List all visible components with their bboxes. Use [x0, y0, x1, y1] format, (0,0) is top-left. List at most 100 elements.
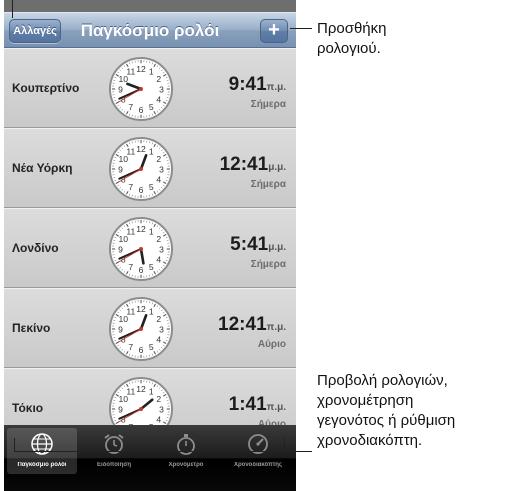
svg-text:2: 2 [156, 394, 161, 404]
svg-text:2: 2 [156, 234, 161, 244]
tab-label: Χρονόμετρο [168, 462, 204, 468]
svg-text:12: 12 [136, 304, 146, 314]
svg-text:9: 9 [118, 244, 123, 254]
city-name: Νέα Υόρκη [12, 161, 73, 175]
svg-text:6: 6 [139, 345, 144, 355]
clock-row[interactable]: Νέα Υόρκη12345678910111212:41μ.μ.Σήμερα [4, 128, 296, 208]
svg-text:9: 9 [118, 84, 123, 94]
time-value: 12:41 [219, 154, 269, 175]
svg-text:11: 11 [126, 227, 135, 237]
time-display: 12:41π.μ. [218, 314, 286, 336]
svg-text:12: 12 [136, 144, 146, 154]
svg-text:4: 4 [156, 335, 161, 345]
svg-text:6: 6 [139, 185, 144, 195]
day-label: Σήμερα [250, 99, 286, 110]
callout-bracket-right [284, 438, 285, 452]
alarm-clock-icon [104, 434, 124, 454]
svg-text:2: 2 [156, 154, 161, 164]
svg-text:3: 3 [159, 84, 164, 94]
time-value: 12:41 [218, 314, 267, 335]
tab-bar: Παγκόσμιο ρολόι Ειδοποίηση Χρονόμετρο Χρονο… [4, 425, 296, 491]
callout-line-edit [12, 0, 13, 18]
callout-line-views [14, 451, 312, 452]
city-name: Πεκίνο [12, 321, 51, 335]
svg-text:12: 12 [136, 224, 146, 234]
stopwatch-icon [177, 434, 195, 455]
callout-views: Προβολή ρολογιών, χρονομέτρηση γεγονότος… [317, 371, 455, 451]
svg-text:12: 12 [136, 64, 146, 74]
timer-icon [248, 434, 268, 454]
callout-add: Προσθήκη ρολογιού. [317, 19, 387, 59]
svg-text:11: 11 [126, 147, 135, 157]
svg-text:7: 7 [128, 342, 133, 352]
svg-text:4: 4 [156, 175, 161, 185]
svg-text:7: 7 [128, 182, 133, 192]
svg-text:2: 2 [156, 74, 161, 84]
time-display: 1:41π.μ. [229, 394, 286, 416]
day-label: Αύριο [257, 339, 286, 350]
svg-text:5: 5 [149, 342, 154, 352]
callout-views-line-2: χρονομέτρηση [317, 392, 414, 409]
svg-text:3: 3 [159, 324, 164, 334]
svg-text:5: 5 [149, 262, 154, 272]
svg-text:7: 7 [128, 262, 133, 272]
time-value: 5:41 [230, 234, 269, 255]
callout-line-add [290, 28, 312, 29]
svg-text:4: 4 [156, 415, 161, 425]
navigation-bar: Αλλαγές Παγκόσμιο ρολόι + [4, 12, 296, 48]
svg-text:6: 6 [139, 105, 144, 115]
svg-text:3: 3 [159, 244, 164, 254]
svg-text:11: 11 [126, 307, 135, 317]
am-pm: μ.μ. [268, 242, 286, 253]
svg-text:7: 7 [128, 102, 133, 112]
callout-views-line-1: Προβολή ρολογιών, [317, 372, 448, 389]
svg-text:9: 9 [118, 164, 123, 174]
time-display: 5:41μ.μ. [230, 234, 286, 256]
time-display: 12:41μ.μ. [220, 154, 286, 176]
callout-bracket-left [14, 438, 15, 452]
day-label: Σήμερα [250, 259, 286, 270]
svg-text:12: 12 [136, 384, 146, 394]
analog-clock-icon: 123456789101112 [108, 56, 174, 122]
day-label: Σήμερα [250, 179, 286, 190]
time-value: 9:41 [228, 74, 267, 95]
svg-text:11: 11 [126, 387, 135, 397]
time-display: 9:41π.μ. [229, 74, 286, 96]
clock-row[interactable]: Κουπερτίνο1234567891011129:41π.μ.Σήμερα [4, 48, 296, 128]
analog-clock-icon: 123456789101112 [108, 216, 174, 282]
clock-list: Κουπερτίνο1234567891011129:41π.μ.ΣήμεραΝ… [4, 48, 296, 448]
edit-button[interactable]: Αλλαγές [9, 19, 61, 43]
callout-add-line-2: ρολογιού. [317, 40, 381, 57]
svg-text:3: 3 [159, 164, 164, 174]
city-name: Τόκιο [12, 401, 44, 415]
tab-label: Ειδοποίηση [97, 462, 131, 468]
callout-add-line-1: Προσθήκη [317, 20, 387, 37]
svg-text:5: 5 [149, 182, 154, 192]
svg-text:5: 5 [149, 102, 154, 112]
time-value: 1:41 [228, 394, 267, 415]
svg-text:1: 1 [149, 147, 154, 157]
am-pm: π.μ. [266, 82, 286, 93]
page-title: Παγκόσμιο ρολόι [80, 21, 220, 40]
svg-text:2: 2 [156, 314, 161, 324]
clock-row[interactable]: Λονδίνο1234567891011125:41μ.μ.Σήμερα [4, 208, 296, 288]
tab-label: Παγκόσμιο ρολόι [17, 462, 67, 468]
city-name: Λονδίνο [12, 241, 59, 255]
svg-text:4: 4 [156, 255, 161, 265]
clock-row[interactable]: Πεκίνο12345678910111212:41π.μ.Αύριο [4, 288, 296, 368]
tab-label: Χρονοδιακόπτης [233, 462, 283, 468]
svg-text:9: 9 [118, 404, 123, 414]
svg-text:1: 1 [149, 307, 154, 317]
callout-views-line-3: γεγονότος ή ρύθμιση [317, 412, 456, 429]
svg-text:3: 3 [159, 404, 164, 414]
world-clock-screen: Αλλαγές Παγκόσμιο ρολόι + Κουπερτίνο 1 2 3 4… [4, 0, 296, 491]
am-pm: μ.μ. [268, 162, 286, 173]
city-name: Κουπερτίνο [12, 81, 80, 95]
svg-text:1: 1 [149, 387, 154, 397]
callout-views-line-4: χρονοδιακόπτη. [317, 432, 423, 449]
svg-text:1: 1 [149, 67, 154, 77]
add-clock-button[interactable]: + [260, 19, 288, 43]
svg-text:4: 4 [156, 95, 161, 105]
analog-clock-icon: 123456789101112 [108, 136, 174, 202]
svg-text:11: 11 [126, 67, 135, 77]
